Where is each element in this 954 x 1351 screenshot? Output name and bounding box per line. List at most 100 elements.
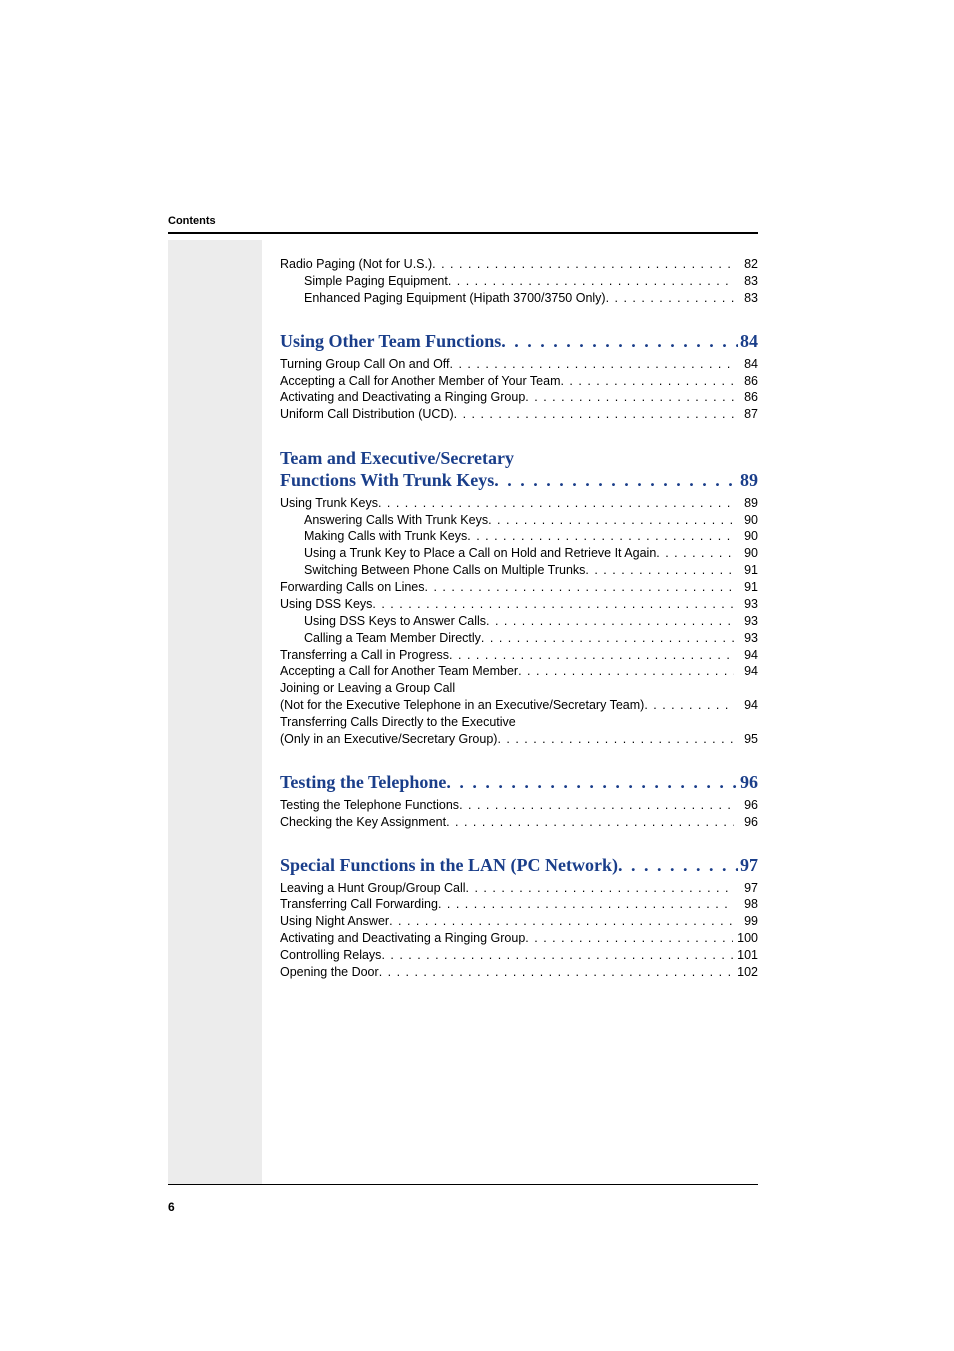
toc-leader-dots bbox=[449, 647, 734, 664]
toc-entry-page: 87 bbox=[734, 406, 758, 423]
toc-entry[interactable]: Transferring a Call in Progress94 bbox=[280, 647, 758, 664]
toc-entry-label: Forwarding Calls on Lines bbox=[280, 579, 425, 596]
toc-leader-dots bbox=[606, 290, 734, 307]
toc-entry-page: 82 bbox=[734, 256, 758, 273]
toc-entry[interactable]: Using a Trunk Key to Place a Call on Hol… bbox=[280, 545, 758, 562]
toc-entry-page: 96 bbox=[734, 797, 758, 814]
toc-section-page: 97 bbox=[738, 855, 758, 876]
toc-entry-label: Using Trunk Keys bbox=[280, 495, 378, 512]
toc-entry-page: 84 bbox=[734, 356, 758, 373]
toc-entry-page: 83 bbox=[734, 273, 758, 290]
toc-entry[interactable]: Using Night Answer99 bbox=[280, 913, 758, 930]
toc-leader-dots bbox=[644, 697, 734, 714]
toc-entry[interactable]: Activating and Deactivating a Ringing Gr… bbox=[280, 930, 758, 947]
toc-section-heading[interactable]: Functions With Trunk Keys 89 bbox=[280, 470, 758, 491]
toc-section-title: Testing the Telephone bbox=[280, 772, 446, 793]
toc-entry-label: (Not for the Executive Telephone in an E… bbox=[280, 697, 644, 714]
toc-entry-label: Activating and Deactivating a Ringing Gr… bbox=[280, 389, 525, 406]
toc-entry[interactable]: Simple Paging Equipment 83 bbox=[280, 273, 758, 290]
toc-entry[interactable]: Using Trunk Keys89 bbox=[280, 495, 758, 512]
toc-entry-label: Simple Paging Equipment bbox=[304, 273, 448, 290]
toc-leader-dots bbox=[497, 731, 734, 748]
toc-entry-page: 86 bbox=[734, 389, 758, 406]
toc-leader-dots bbox=[486, 613, 734, 630]
toc-entry[interactable]: Switching Between Phone Calls on Multipl… bbox=[280, 562, 758, 579]
toc-entry[interactable]: Using DSS Keys to Answer Calls 93 bbox=[280, 613, 758, 630]
toc-entry-page: 96 bbox=[734, 814, 758, 831]
page-number: 6 bbox=[168, 1200, 175, 1214]
header-rule bbox=[168, 232, 758, 234]
toc-leader-dots bbox=[446, 814, 734, 831]
toc-entry[interactable]: Forwarding Calls on Lines 91 bbox=[280, 579, 758, 596]
toc-entry[interactable]: Testing the Telephone Functions96 bbox=[280, 797, 758, 814]
toc-entry[interactable]: Checking the Key Assignment 96 bbox=[280, 814, 758, 831]
toc-entry[interactable]: Controlling Relays 101 bbox=[280, 947, 758, 964]
toc-entry[interactable]: Radio Paging (Not for U.S.)82 bbox=[280, 256, 758, 273]
footer-rule bbox=[168, 1184, 758, 1185]
toc-entry-page: 90 bbox=[734, 528, 758, 545]
toc-entry[interactable]: Calling a Team Member Directly93 bbox=[280, 630, 758, 647]
toc-entry-label: Activating and Deactivating a Ringing Gr… bbox=[280, 930, 525, 947]
toc-leader-dots bbox=[372, 596, 734, 613]
toc-section-title: Special Functions in the LAN (PC Network… bbox=[280, 855, 618, 876]
toc-entry[interactable]: Accepting a Call for Another Team Member… bbox=[280, 663, 758, 680]
toc-entry[interactable]: Turning Group Call On and Off 84 bbox=[280, 356, 758, 373]
toc-entry-label: (Only in an Executive/Secretary Group) bbox=[280, 731, 497, 748]
toc-entry[interactable]: Making Calls with Trunk Keys 90 bbox=[280, 528, 758, 545]
toc-entry[interactable]: Answering Calls With Trunk Keys90 bbox=[280, 512, 758, 529]
toc-entry-label: Controlling Relays bbox=[280, 947, 381, 964]
toc-entry-page: 94 bbox=[734, 697, 758, 714]
toc-entry-page: 93 bbox=[734, 613, 758, 630]
toc-section-heading[interactable]: Using Other Team Functions 84 bbox=[280, 331, 758, 352]
toc-section-title-line1[interactable]: Team and Executive/Secretary bbox=[280, 447, 758, 470]
toc-section-page: 89 bbox=[738, 470, 758, 491]
toc-entry[interactable]: Uniform Call Distribution (UCD)87 bbox=[280, 406, 758, 423]
toc-leader-dots bbox=[450, 356, 734, 373]
toc-entry-label: Switching Between Phone Calls on Multipl… bbox=[304, 562, 585, 579]
toc-entry-page: 90 bbox=[734, 512, 758, 529]
toc-section-heading[interactable]: Testing the Telephone 96 bbox=[280, 772, 758, 793]
toc-leader-dots bbox=[501, 331, 738, 352]
toc-entry-continuation: Joining or Leaving a Group Call bbox=[280, 680, 758, 697]
toc-leader-dots bbox=[466, 880, 734, 897]
toc-entry-label: Turning Group Call On and Off bbox=[280, 356, 450, 373]
contents-header-label: Contents bbox=[168, 215, 216, 227]
toc-entry-page: 91 bbox=[734, 579, 758, 596]
toc-entry-page: 90 bbox=[734, 545, 758, 562]
toc-leader-dots bbox=[518, 663, 734, 680]
toc-entry-page: 86 bbox=[734, 373, 758, 390]
toc-entry-label: Using DSS Keys to Answer Calls bbox=[304, 613, 486, 630]
toc-entry-label: Transferring a Call in Progress bbox=[280, 647, 449, 664]
toc-leader-dots bbox=[618, 855, 738, 876]
toc-entry[interactable]: Accepting a Call for Another Member of Y… bbox=[280, 373, 758, 390]
toc-section-title: Functions With Trunk Keys bbox=[280, 470, 494, 491]
toc-entry-page: 94 bbox=[734, 663, 758, 680]
toc-entry-page: 101 bbox=[733, 947, 758, 964]
toc-section-heading[interactable]: Special Functions in the LAN (PC Network… bbox=[280, 855, 758, 876]
toc-entry-label: Using Night Answer bbox=[280, 913, 389, 930]
toc-entry[interactable]: Activating and Deactivating a Ringing Gr… bbox=[280, 389, 758, 406]
toc-entry-page: 91 bbox=[734, 562, 758, 579]
toc-entry[interactable]: (Only in an Executive/Secretary Group)95 bbox=[280, 731, 758, 748]
toc-leader-dots bbox=[488, 512, 734, 529]
toc-leader-dots bbox=[459, 797, 734, 814]
page: Contents 6 Radio Paging (Not for U.S.)82… bbox=[0, 0, 954, 1351]
toc-entry-page: 102 bbox=[733, 964, 758, 981]
toc-entry-label: Enhanced Paging Equipment (Hipath 3700/3… bbox=[304, 290, 606, 307]
toc-entry-label: Opening the Door bbox=[280, 964, 379, 981]
toc-content: Radio Paging (Not for U.S.)82Simple Pagi… bbox=[280, 256, 758, 981]
toc-leader-dots bbox=[560, 373, 734, 390]
toc-entry[interactable]: Leaving a Hunt Group/Group Call97 bbox=[280, 880, 758, 897]
toc-entry[interactable]: (Not for the Executive Telephone in an E… bbox=[280, 697, 758, 714]
toc-entry[interactable]: Enhanced Paging Equipment (Hipath 3700/3… bbox=[280, 290, 758, 307]
toc-entry[interactable]: Using DSS Keys93 bbox=[280, 596, 758, 613]
toc-entry-page: 83 bbox=[734, 290, 758, 307]
toc-entry-label: Checking the Key Assignment bbox=[280, 814, 446, 831]
toc-entry-label: Using DSS Keys bbox=[280, 596, 372, 613]
toc-entry[interactable]: Opening the Door 102 bbox=[280, 964, 758, 981]
toc-leader-dots bbox=[389, 913, 734, 930]
toc-entry-label: Making Calls with Trunk Keys bbox=[304, 528, 467, 545]
toc-entry[interactable]: Transferring Call Forwarding98 bbox=[280, 896, 758, 913]
toc-section-page: 84 bbox=[738, 331, 758, 352]
toc-leader-dots bbox=[585, 562, 734, 579]
